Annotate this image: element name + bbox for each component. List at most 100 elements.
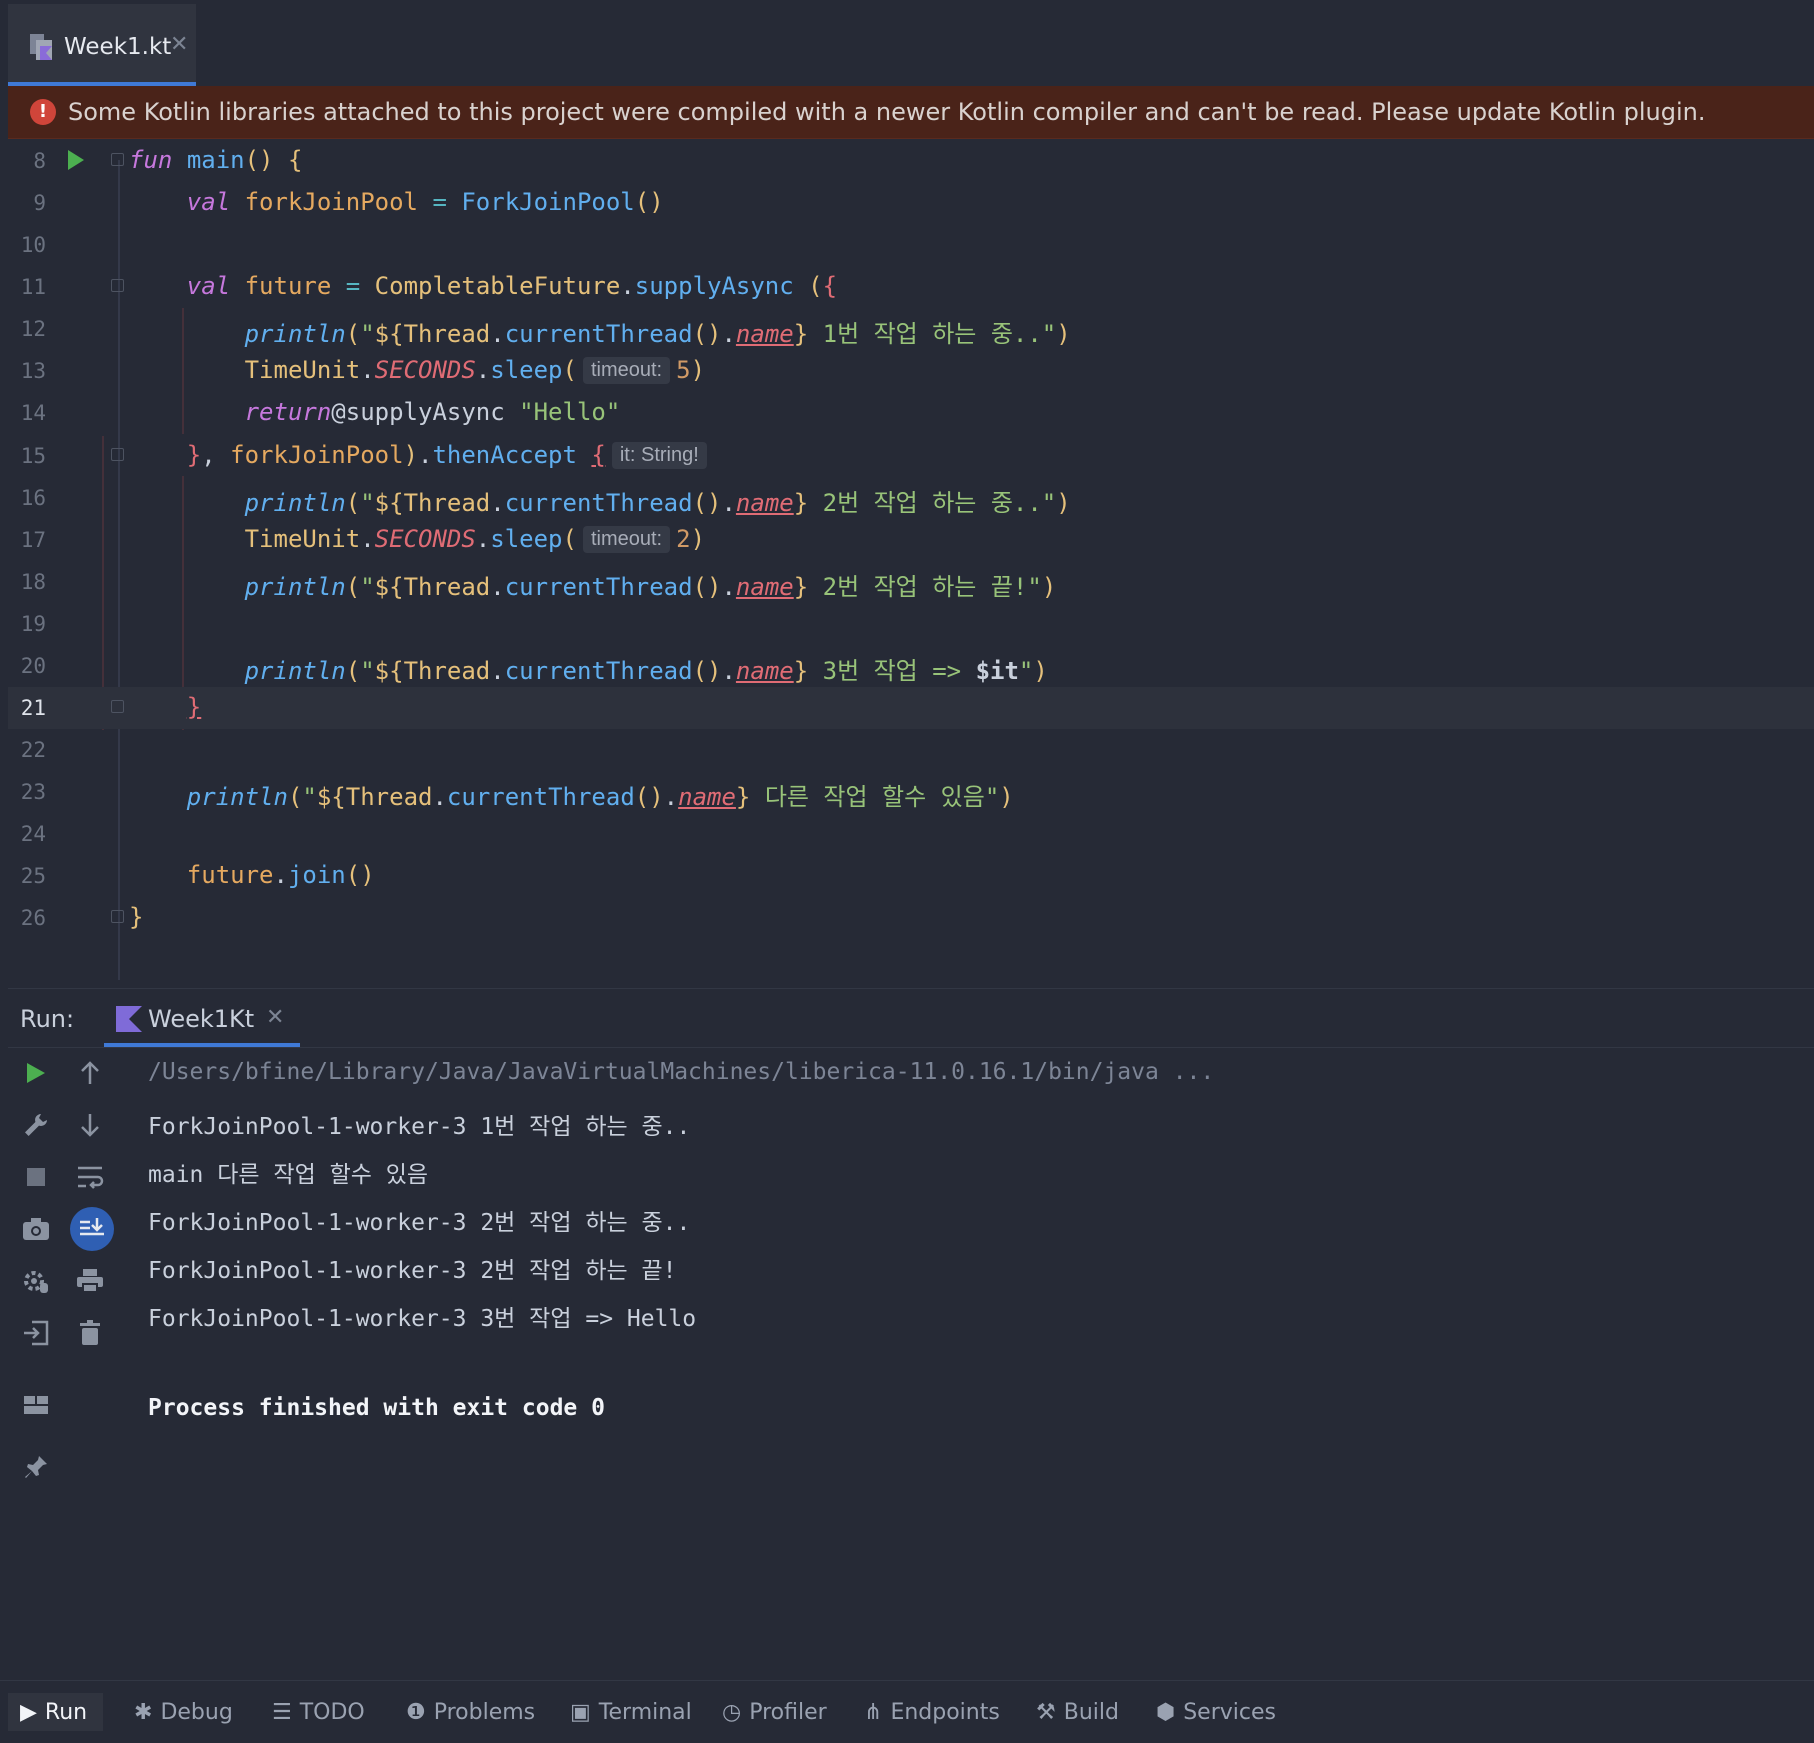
file-tab-week1[interactable]: Week1.kt ✕ bbox=[8, 4, 196, 86]
code-line: 23 println("${Thread.currentThread().nam… bbox=[8, 771, 1814, 813]
bug-icon: ✱ bbox=[134, 1699, 153, 1725]
process-finished-line: Process finished with exit code 0 bbox=[148, 1395, 605, 1421]
code-text: }, forkJoinPool).thenAccept {it: String! bbox=[129, 441, 713, 471]
tool-tab-problems[interactable]: ❶ Problems bbox=[406, 1693, 535, 1731]
line-number: 16 bbox=[20, 486, 46, 510]
problems-icon: ❶ bbox=[406, 1699, 426, 1725]
run-gutter-icon[interactable] bbox=[68, 150, 84, 170]
list-icon: ☰ bbox=[272, 1699, 292, 1725]
print-icon[interactable] bbox=[72, 1263, 108, 1299]
run-header: Run: Week1Kt ✕ bbox=[8, 989, 1814, 1048]
soft-wrap-icon[interactable] bbox=[72, 1159, 108, 1195]
param-hint: timeout: bbox=[582, 526, 671, 553]
tool-tab-build[interactable]: ⚒ Build bbox=[1036, 1693, 1119, 1731]
run-label: Run: bbox=[20, 1005, 75, 1033]
code-line: 17 TimeUnit.SECONDS.sleep(timeout: 2) bbox=[8, 519, 1814, 561]
terminal-icon: ▣ bbox=[570, 1699, 591, 1725]
code-line: 24 bbox=[8, 813, 1814, 855]
code-line: 20 println("${Thread.currentThread().nam… bbox=[8, 645, 1814, 687]
tool-tab-todo[interactable]: ☰ TODO bbox=[272, 1693, 365, 1731]
tool-tab-label: Terminal bbox=[598, 1699, 692, 1725]
scroll-to-end-icon[interactable] bbox=[70, 1207, 114, 1251]
line-number: 10 bbox=[20, 233, 46, 257]
file-tab-label: Week1.kt bbox=[64, 34, 172, 60]
code-line: 14 return@supplyAsync "Hello" bbox=[8, 392, 1814, 434]
tool-window-bar: ▶ Run ✱ Debug ☰ TODO ❶ Problems ▣ Termin… bbox=[0, 1680, 1814, 1743]
layout-icon[interactable] bbox=[18, 1387, 54, 1423]
string-literal: 3번 작업 => bbox=[808, 657, 976, 685]
code-text: println("${Thread.currentThread().name} … bbox=[244, 489, 1071, 517]
arrow-down-icon[interactable] bbox=[72, 1107, 108, 1143]
tool-tab-run[interactable]: ▶ Run bbox=[8, 1693, 104, 1731]
line-number: 8 bbox=[33, 149, 46, 173]
tool-tab-endpoints[interactable]: ⋔ Endpoints bbox=[864, 1693, 1000, 1731]
line-number: 15 bbox=[20, 444, 46, 468]
code-line: 26 } bbox=[8, 897, 1814, 939]
code-editor[interactable]: 8 fun main() { 9 val forkJoinPool = Fork… bbox=[8, 140, 1814, 988]
fold-icon[interactable] bbox=[111, 448, 124, 461]
tool-tab-debug[interactable]: ✱ Debug bbox=[134, 1693, 233, 1731]
fold-icon[interactable] bbox=[111, 910, 124, 923]
trash-icon[interactable] bbox=[72, 1315, 108, 1351]
tool-tab-profiler[interactable]: ◷ Profiler bbox=[722, 1693, 827, 1731]
hammer-icon: ⚒ bbox=[1036, 1699, 1056, 1725]
profiler-icon: ◷ bbox=[722, 1699, 742, 1725]
fold-icon[interactable] bbox=[111, 279, 124, 292]
endpoints-icon: ⋔ bbox=[864, 1699, 883, 1725]
line-number: 9 bbox=[33, 191, 46, 215]
rerun-icon[interactable] bbox=[18, 1055, 54, 1091]
code-text: println("${Thread.currentThread().name} … bbox=[244, 320, 1071, 348]
code-text: } bbox=[186, 693, 202, 721]
tool-tab-label: Profiler bbox=[749, 1699, 827, 1725]
console-line: ForkJoinPool-1-worker-3 3번 작업 => Hello bbox=[148, 1306, 697, 1332]
console-line: ForkJoinPool-1-worker-3 1번 작업 하는 중.. bbox=[148, 1114, 691, 1140]
console-line: ForkJoinPool-1-worker-3 2번 작업 하는 중.. bbox=[148, 1210, 691, 1236]
string-literal: 다른 작업 할수 있음 bbox=[750, 783, 985, 811]
stop-icon[interactable] bbox=[18, 1159, 54, 1195]
code-text: } bbox=[129, 903, 144, 931]
camera-icon[interactable] bbox=[18, 1211, 54, 1247]
banner-text: Some Kotlin libraries attached to this p… bbox=[68, 98, 1706, 126]
run-tool-window: Run: Week1Kt ✕ /Users/bfine/Library/Java… bbox=[8, 988, 1814, 1681]
code-text: TimeUnit.SECONDS.sleep(timeout: 5) bbox=[244, 356, 706, 384]
line-number: 26 bbox=[20, 906, 46, 930]
pin-icon[interactable] bbox=[18, 1449, 54, 1485]
tool-tab-services[interactable]: ⬢ Services bbox=[1156, 1693, 1276, 1731]
arrow-up-icon[interactable] bbox=[72, 1055, 108, 1091]
code-line: 13 TimeUnit.SECONDS.sleep(timeout: 5) bbox=[8, 350, 1814, 392]
kotlin-icon bbox=[116, 1006, 142, 1032]
code-text: println("${Thread.currentThread().name} … bbox=[244, 573, 1057, 601]
line-number: 19 bbox=[20, 612, 46, 636]
wrench-icon[interactable] bbox=[18, 1107, 54, 1143]
code-line: 18 println("${Thread.currentThread().nam… bbox=[8, 561, 1814, 603]
code-line: 11 val future = CompletableFuture.supply… bbox=[8, 266, 1814, 308]
code-line: 12 println("${Thread.currentThread().nam… bbox=[8, 308, 1814, 350]
import-icon[interactable] bbox=[18, 1315, 54, 1351]
type-hint: it: String! bbox=[611, 442, 707, 469]
line-number: 25 bbox=[20, 864, 46, 888]
tool-tab-label: Services bbox=[1183, 1699, 1276, 1725]
line-number: 22 bbox=[20, 738, 46, 762]
tool-tab-label: TODO bbox=[299, 1699, 365, 1725]
line-number: 24 bbox=[20, 822, 46, 846]
fold-icon[interactable] bbox=[111, 153, 124, 166]
code-line: 15 }, forkJoinPool).thenAccept {it: Stri… bbox=[8, 435, 1814, 477]
code-line: 19 bbox=[8, 603, 1814, 645]
gear-bug-icon[interactable] bbox=[18, 1263, 54, 1299]
tool-tab-label: Problems bbox=[433, 1699, 536, 1725]
kotlin-file-icon bbox=[30, 34, 52, 60]
string-literal: 2번 작업 하는 중.. bbox=[808, 489, 1042, 517]
code-line-current: 21 } bbox=[8, 687, 1814, 729]
code-text: fun main() { bbox=[129, 146, 303, 174]
string-literal: "Hello" bbox=[519, 398, 621, 426]
error-icon: ! bbox=[30, 99, 56, 125]
console-line: main 다른 작업 할수 있음 bbox=[148, 1162, 429, 1188]
run-tab-week1kt[interactable]: Week1Kt ✕ bbox=[104, 989, 300, 1047]
close-icon[interactable]: ✕ bbox=[170, 32, 188, 57]
number-literal: 5 bbox=[676, 356, 691, 384]
close-icon[interactable]: ✕ bbox=[266, 1005, 284, 1030]
fold-icon[interactable] bbox=[111, 700, 124, 713]
code-line: 16 println("${Thread.currentThread().nam… bbox=[8, 477, 1814, 519]
tool-tab-terminal[interactable]: ▣ Terminal bbox=[570, 1693, 692, 1731]
line-number: 14 bbox=[20, 401, 46, 425]
